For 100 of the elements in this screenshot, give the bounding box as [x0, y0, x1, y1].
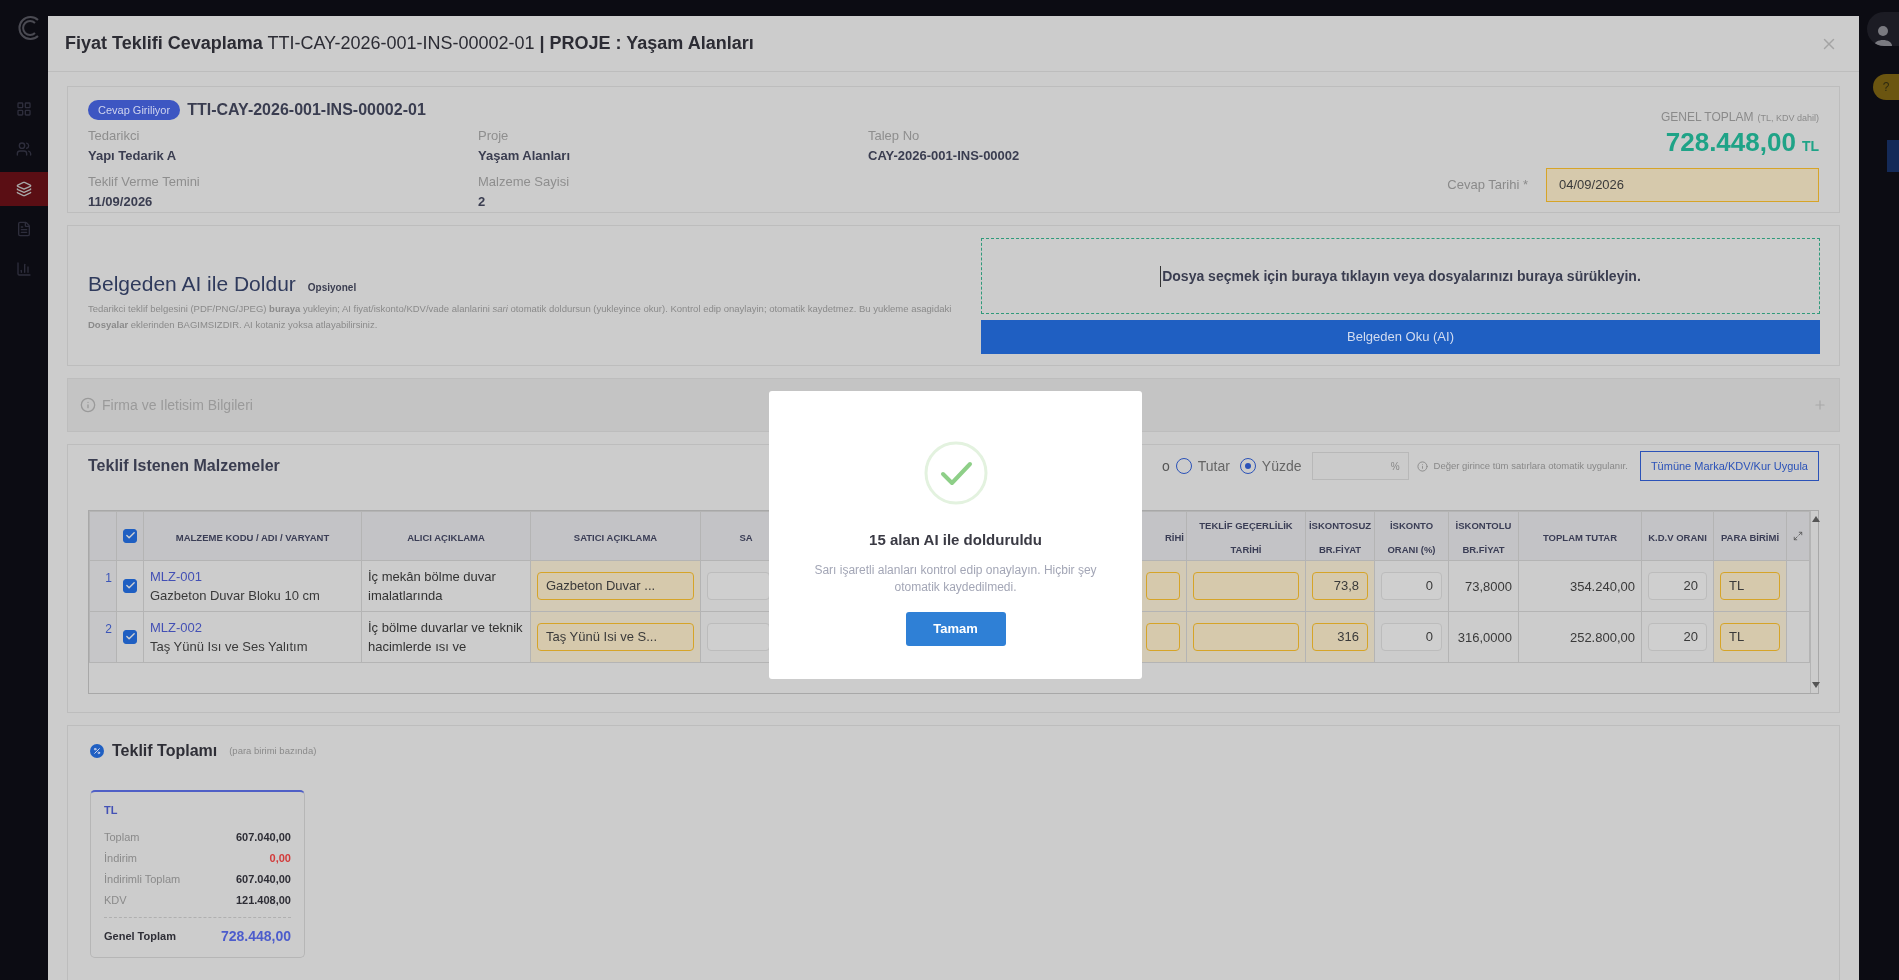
file-dropzone[interactable]: Dosya seçmek için buraya tıklayın veya dosyalarınızı buraya sürükleyin. [981, 238, 1820, 314]
grand-total-label: GENEL TOPLAM [1661, 109, 1754, 126]
field-value: CAY-2026-001-INS-00002 [868, 146, 1021, 165]
column-header: PARA BİRİMİ [1720, 532, 1780, 543]
expand-icon[interactable] [1793, 531, 1803, 541]
sidebar-item[interactable] [0, 172, 48, 206]
currency-code: TL [104, 803, 119, 818]
apply-all-button[interactable]: Tümüne Marka/KDV/Kur Uygula [1639, 451, 1819, 481]
buyer-note: İç bölme duvarlar ve teknik hacimlerde ısı ve [368, 619, 524, 656]
total-value: 0,00 [269, 850, 291, 866]
field-label: Talep No [868, 127, 921, 145]
number-field[interactable]: 20 [1648, 623, 1707, 651]
material-code-link[interactable]: MLZ-001 [150, 567, 355, 586]
input-field[interactable]: TL [1720, 572, 1780, 600]
radio-label: Tutar [1197, 456, 1230, 476]
input-field[interactable] [1193, 623, 1299, 651]
alert-title: 15 alan AI ile dolduruldu [869, 530, 1042, 550]
field-label: Malzeme Sayisi [478, 173, 571, 191]
percent-unit: % [1390, 459, 1400, 474]
dropzone-text: Dosya seçmek için buraya tıklayın veya dosyalarınızı buraya sürükleyin. [1160, 265, 1641, 287]
column-header: RİHİ [1165, 532, 1184, 543]
grand-total-currency: TL [1801, 137, 1819, 156]
chart-icon [16, 261, 32, 277]
table-cell: 354.240,00 [1569, 579, 1635, 594]
info-icon [1416, 460, 1428, 472]
field-value: 2 [478, 192, 487, 211]
document-icon [16, 221, 32, 237]
reference-number: TTI-CAY-2026-001-INS-00002-01 [187, 100, 426, 120]
scroll-down-icon[interactable] [1811, 681, 1821, 689]
scroll-up-icon[interactable] [1811, 515, 1821, 523]
total-value: 728.448,00 [220, 926, 291, 946]
buyer-note: İç mekân bölme duvar imalatlarında [368, 568, 497, 605]
field-value: Yapı Tedarik A [88, 146, 178, 165]
input-field[interactable] [1146, 623, 1180, 651]
column-header: K.D.V ORANI [1648, 532, 1707, 543]
discount-label: o [1161, 456, 1170, 476]
hint-text: Değer girince tüm satırlara otomatik uygulanır. [1433, 458, 1628, 473]
total-value: 121.408,00 [235, 892, 291, 908]
material-code-link[interactable]: MLZ-002 [150, 618, 355, 637]
material-name: Gazbeton Duvar Bloku 10 cm [150, 587, 321, 605]
column-header: SA [739, 532, 753, 543]
input-field[interactable]: Taş Yünü Isi ve S... [537, 623, 694, 651]
number-field[interactable]: 316 [1312, 623, 1368, 651]
info-icon [80, 397, 96, 413]
input-field[interactable]: Gazbeton Duvar ... [537, 572, 694, 600]
totals-subtitle: (para birimi bazında) [229, 743, 317, 758]
total-label: Toplam [104, 829, 140, 845]
column-header: TOPLAM TUTAR [1542, 532, 1618, 543]
table-cell: 73,8000 [1465, 579, 1512, 594]
total-value: 607.040,00 [235, 871, 291, 887]
table-cell: 252.800,00 [1569, 630, 1635, 645]
checkbox[interactable] [123, 578, 137, 593]
total-value: 607.040,00 [235, 829, 291, 845]
checkbox[interactable] [123, 528, 137, 543]
number-field[interactable]: 20 [1648, 572, 1707, 600]
field-value: Yaşam Alanları [478, 146, 571, 165]
input-field[interactable] [1193, 572, 1299, 600]
material-name: Taş Yünü Isı ve Ses Yalıtım [150, 638, 309, 656]
number-field[interactable]: 73,8 [1312, 572, 1368, 600]
totals-title: Teklif Toplamı [112, 741, 218, 761]
total-label: Genel Toplam [104, 928, 176, 944]
side-tab[interactable] [1887, 140, 1899, 172]
column-header: İSKONTOLU BR.FİYAT [1455, 520, 1512, 555]
total-label: İndirimli Toplam [104, 871, 181, 887]
column-header: ALICI AÇIKLAMA [407, 532, 485, 543]
row-number: 2 [105, 622, 112, 636]
number-field[interactable]: 0 [1381, 623, 1442, 651]
checkbox[interactable] [123, 629, 137, 644]
column-header: SATICI AÇIKLAMA [573, 532, 658, 543]
reply-date-field[interactable]: 04/09/2026 [1546, 168, 1819, 202]
users-icon [16, 141, 32, 157]
field-value: 11/09/2026 [88, 192, 154, 211]
grand-total-amount: 728.448,00 [1665, 126, 1796, 158]
column-header: İSKONTO ORANI (%) [1387, 520, 1436, 555]
row-number: 1 [105, 571, 112, 585]
input-field[interactable] [1146, 572, 1180, 600]
ok-button[interactable]: Tamam [905, 611, 1006, 646]
radio-label: Yüzde [1261, 456, 1302, 476]
input-field[interactable] [707, 623, 770, 651]
input-field[interactable]: TL [1720, 623, 1780, 651]
input-field[interactable] [707, 572, 770, 600]
read-document-button[interactable]: Belgeden Oku (AI) [981, 320, 1820, 354]
column-header: İSKONTOSUZ BR.FİYAT [1308, 520, 1372, 555]
grand-total-note: (TL, KDV dahil) [1757, 112, 1819, 125]
layers-icon [16, 181, 32, 197]
field-label: Teklif Verme Temini [88, 173, 201, 191]
column-header: TEKLİF GEÇERLİLİK TARİHİ [1199, 520, 1293, 555]
table-cell: 316,0000 [1457, 630, 1512, 645]
success-check-icon [923, 441, 988, 505]
field-label: Tedarikci [88, 127, 141, 145]
total-label: KDV [104, 892, 127, 908]
grid-icon [16, 101, 32, 117]
optional-tag: Opsiyonel [307, 279, 357, 295]
field-label: Proje [478, 127, 510, 145]
number-field[interactable]: 0 [1381, 572, 1442, 600]
total-label: İndirim [104, 850, 137, 866]
percent-badge-icon [90, 744, 104, 758]
scrollbar[interactable] [1810, 511, 1821, 693]
status-badge: Cevap Giriliyor [88, 99, 181, 121]
avatar[interactable] [1867, 12, 1899, 46]
